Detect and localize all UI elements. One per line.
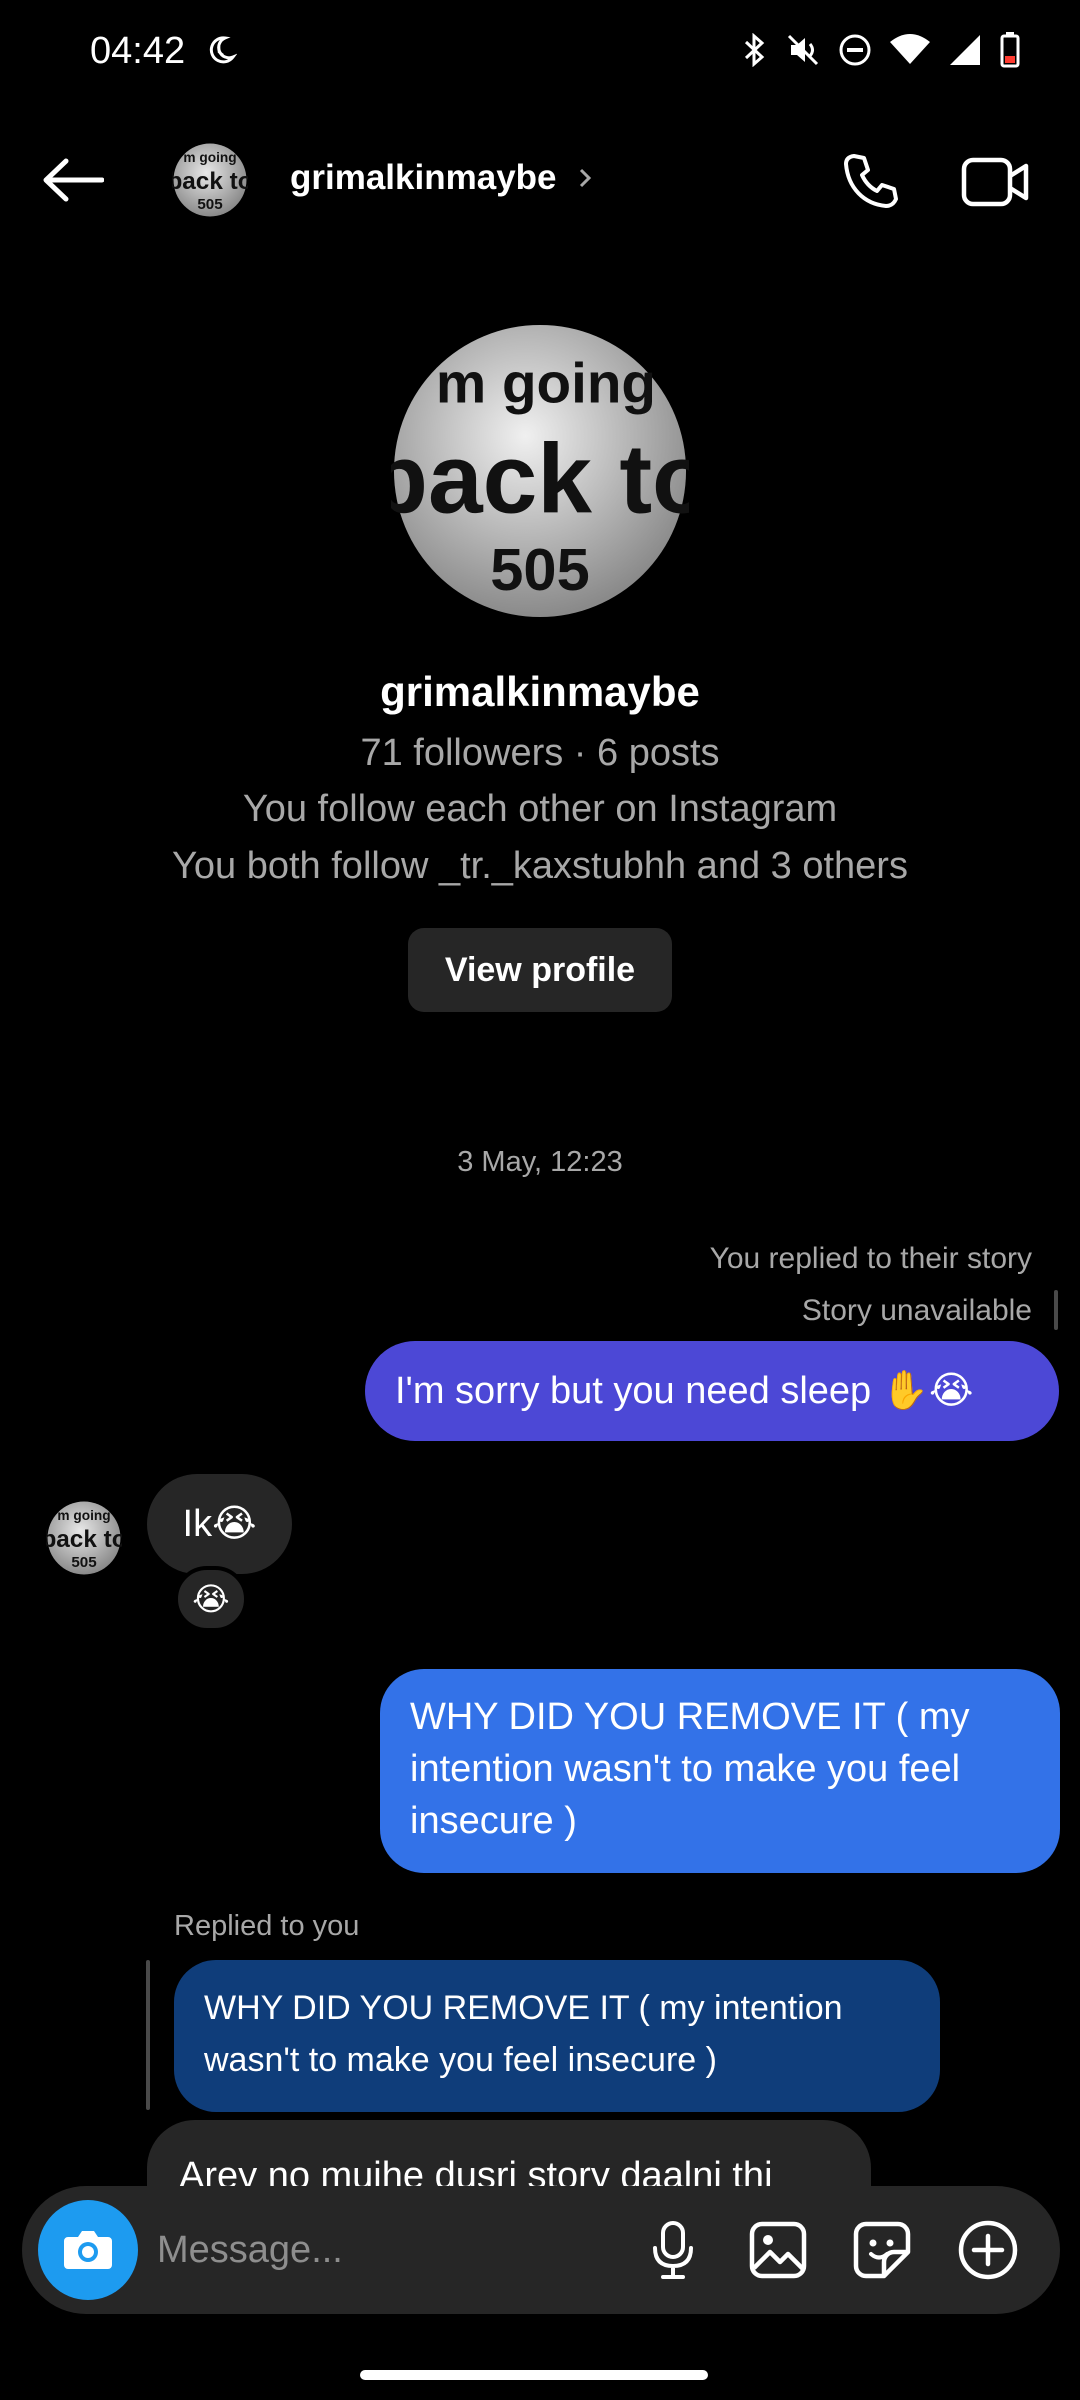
- sent-message-bubble[interactable]: I'm sorry but you need sleep ✋😭: [365, 1341, 1059, 1441]
- dnd-icon: [839, 34, 871, 66]
- gallery-icon: [749, 2221, 807, 2279]
- message-text: Ik😭: [182, 1503, 257, 1545]
- story-unavailable-label: Story unavailable: [801, 1294, 1032, 1327]
- message-composer: [22, 2186, 1060, 2314]
- header-avatar[interactable]: m going back to 505: [172, 142, 248, 218]
- sender-avatar[interactable]: m going back to 505: [46, 1500, 122, 1576]
- back-button[interactable]: [38, 148, 108, 212]
- profile-stats: 71 followers · 6 posts: [360, 732, 720, 774]
- mute-icon: [787, 34, 819, 66]
- back-arrow-icon: [43, 158, 104, 202]
- story-reply-label: You replied to their story: [709, 1242, 1032, 1275]
- sticker-icon: [853, 2221, 911, 2279]
- status-time: 04:42: [90, 30, 186, 72]
- received-message-bubble[interactable]: Ik😭: [147, 1474, 292, 1574]
- mutual-follows: You both follow _tr._kaxstubhh and 3 oth…: [172, 845, 908, 887]
- svg-text:back to: back to: [391, 424, 689, 534]
- signal-icon: [950, 35, 980, 65]
- status-icons: [742, 32, 1020, 68]
- microphone-button[interactable]: [639, 2216, 707, 2284]
- svg-text:m going: m going: [57, 1508, 110, 1523]
- home-indicator[interactable]: [360, 2370, 708, 2380]
- message-text: WHY DID YOU REMOVE IT ( my intention was…: [410, 1696, 970, 1842]
- svg-text:m going: m going: [436, 351, 656, 414]
- microphone-icon: [653, 2221, 693, 2279]
- gallery-button[interactable]: [744, 2216, 812, 2284]
- sticker-button[interactable]: [848, 2216, 916, 2284]
- svg-text:back to: back to: [172, 168, 248, 195]
- replied-to-you-label: Replied to you: [174, 1910, 360, 1942]
- message-text: I'm sorry but you need sleep ✋😭: [395, 1370, 974, 1412]
- reply-quote-bar: [146, 1960, 150, 2110]
- svg-text:m going: m going: [183, 150, 236, 165]
- message-timestamp: 3 May, 12:23: [457, 1146, 623, 1178]
- camera-button[interactable]: [38, 2200, 138, 2300]
- profile-avatar[interactable]: m going back to 505: [391, 322, 689, 620]
- svg-text:back to: back to: [46, 1526, 122, 1553]
- message-reaction[interactable]: 😭: [174, 1566, 248, 1632]
- quoted-text: WHY DID YOU REMOVE IT ( my intention was…: [204, 1989, 843, 2079]
- profile-name: grimalkinmaybe: [380, 668, 700, 715]
- add-button[interactable]: [954, 2216, 1022, 2284]
- story-reply-bar: [1054, 1290, 1058, 1330]
- quoted-message-bubble[interactable]: WHY DID YOU REMOVE IT ( my intention was…: [174, 1960, 940, 2112]
- chevron-right-icon: [579, 168, 591, 188]
- svg-text:505: 505: [71, 1554, 97, 1571]
- follow-status: You follow each other on Instagram: [242, 788, 838, 830]
- video-call-icon[interactable]: [960, 150, 1032, 214]
- header-username: grimalkinmaybe: [290, 158, 557, 197]
- camera-icon: [64, 2231, 112, 2269]
- phone-icon[interactable]: [838, 150, 902, 214]
- header-profile-link[interactable]: grimalkinmaybe: [290, 158, 595, 198]
- moon-icon: [209, 36, 237, 64]
- status-bar: 04:42: [0, 0, 1080, 110]
- bluetooth-icon: [744, 33, 765, 67]
- sent-message-bubble[interactable]: WHY DID YOU REMOVE IT ( my intention was…: [380, 1669, 1060, 1873]
- chat-header: m going back to 505 grimalkinmaybe: [0, 130, 1080, 230]
- plus-circle-icon: [958, 2220, 1018, 2280]
- svg-text:505: 505: [197, 196, 223, 213]
- battery-low-icon: [1000, 32, 1020, 68]
- reaction-emoji: 😭: [192, 1581, 230, 1617]
- view-profile-button[interactable]: View profile: [408, 928, 672, 1012]
- wifi-icon: [890, 34, 930, 64]
- message-input[interactable]: [157, 2220, 597, 2280]
- svg-text:505: 505: [490, 536, 589, 603]
